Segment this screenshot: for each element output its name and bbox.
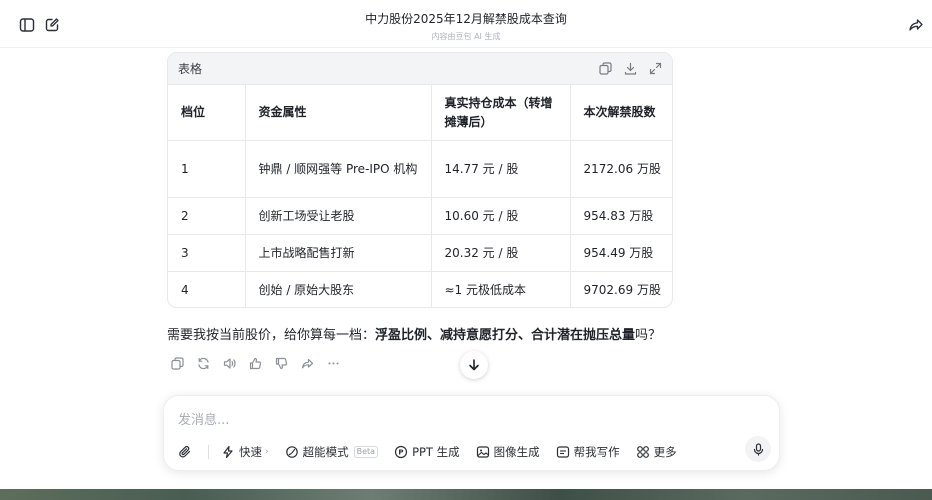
table-cell: 创始 / 原始大股东 xyxy=(245,271,432,307)
ai-generated-note: 内容由豆包 AI 生成 xyxy=(431,32,501,41)
image-generate-label: 图像生成 xyxy=(493,445,540,459)
copy-icon[interactable] xyxy=(598,61,612,75)
scroll-to-bottom-button[interactable] xyxy=(460,351,488,379)
writing-assist-label: 帮我写作 xyxy=(573,445,620,459)
more-tools-label: 更多 xyxy=(653,445,677,459)
table-cell: 20.32 元 / 股 xyxy=(431,234,571,272)
follow-up-suffix: 吗？ xyxy=(635,328,662,343)
table-cell: 钟鼎 / 顺网强等 Pre-IPO 机构 xyxy=(245,140,432,198)
table-cell: ≈1 元极低成本 xyxy=(431,271,571,307)
microphone-icon xyxy=(752,442,765,456)
table-cell: 14.77 元 / 股 xyxy=(431,140,571,198)
fast-mode-label: 快速 xyxy=(239,445,262,459)
column-header: 本次解禁股数 xyxy=(570,84,672,141)
chat-title-block: 中力股份2025年12月解禁股成本查询 内容由豆包 AI 生成 xyxy=(0,10,932,42)
fast-mode-button[interactable]: 快速 › xyxy=(221,444,269,460)
table-cell: 9702.69 万股 xyxy=(570,271,672,307)
follow-up-message: 需要我按当前股价，给你算每一档：浮盈比例、减持意愿打分、合计潜在抛压总量吗？ xyxy=(167,324,661,343)
top-bar: 中力股份2025年12月解禁股成本查询 内容由豆包 AI 生成 xyxy=(0,0,932,48)
more-tools-button[interactable]: 更多 xyxy=(636,444,677,460)
table-row: 2 创新工场受让老股 10.60 元 / 股 954.83 万股 xyxy=(168,197,672,235)
table-row: 3 上市战略配售打新 20.32 元 / 股 954.49 万股 xyxy=(168,234,672,272)
expand-icon[interactable] xyxy=(648,61,662,75)
table-cell: 3 xyxy=(168,234,246,272)
table-cell: 954.83 万股 xyxy=(570,197,672,235)
table-card: 表格 档位 资金属性 真实持仓成本（转增摊薄后） 本次解禁股数 1 钟鼎 / 顺… xyxy=(167,52,673,308)
follow-up-highlight: 浮盈比例、减持意愿打分、合计潜在抛压总量 xyxy=(375,328,636,343)
image-generate-button[interactable]: 图像生成 xyxy=(476,444,540,460)
page-title: 中力股份2025年12月解禁股成本查询 xyxy=(365,12,567,26)
lightning-icon xyxy=(221,445,235,459)
share-icon[interactable] xyxy=(905,14,927,36)
ppt-icon: P xyxy=(394,445,408,459)
writing-icon xyxy=(556,445,570,459)
column-header: 资金属性 xyxy=(245,84,432,141)
table-cell: 2172.06 万股 xyxy=(570,140,672,198)
table-cell: 10.60 元 / 股 xyxy=(431,197,571,235)
column-header: 档位 xyxy=(168,84,246,141)
svg-text:P: P xyxy=(398,449,403,457)
unlock-cost-table: 档位 资金属性 真实持仓成本（转增摊薄后） 本次解禁股数 1 钟鼎 / 顺网强等… xyxy=(168,84,672,307)
table-cell: 4 xyxy=(168,271,246,307)
table-card-label: 表格 xyxy=(178,62,203,76)
voice-input-button[interactable] xyxy=(745,436,771,462)
message-composer: 发消息... 快速 › 超能模式 Beta P PPT 生成 图像生成 帮我写作… xyxy=(163,395,780,471)
regenerate-icon[interactable] xyxy=(196,356,210,370)
table-card-header: 表格 xyxy=(168,53,672,84)
toolbar-divider xyxy=(208,445,209,459)
arrow-down-icon xyxy=(468,359,480,371)
thumbs-up-icon[interactable] xyxy=(248,356,262,370)
table-cell: 1 xyxy=(168,140,246,198)
ppt-generate-label: PPT 生成 xyxy=(412,445,460,459)
super-mode-button[interactable]: 超能模式 Beta xyxy=(285,444,379,460)
table-row: 4 创始 / 原始大股东 ≈1 元极低成本 9702.69 万股 xyxy=(168,271,672,307)
message-actions xyxy=(170,356,340,370)
copy-icon[interactable] xyxy=(170,356,184,370)
ppt-generate-button[interactable]: P PPT 生成 xyxy=(394,444,460,460)
desktop-wallpaper-strip xyxy=(0,489,932,500)
download-icon[interactable] xyxy=(623,61,637,75)
super-mode-icon xyxy=(285,445,299,459)
beta-badge: Beta xyxy=(353,446,379,458)
table-cell: 创新工场受让老股 xyxy=(245,197,432,235)
speaker-icon[interactable] xyxy=(222,356,236,370)
table-row: 1 钟鼎 / 顺网强等 Pre-IPO 机构 14.77 元 / 股 2172.… xyxy=(168,140,672,198)
message-input[interactable]: 发消息... xyxy=(178,409,229,428)
image-icon xyxy=(476,445,490,459)
super-mode-label: 超能模式 xyxy=(302,445,349,459)
table-cell: 上市战略配售打新 xyxy=(245,234,432,272)
paperclip-icon xyxy=(178,445,192,459)
writing-assist-button[interactable]: 帮我写作 xyxy=(556,444,620,460)
table-cell: 954.49 万股 xyxy=(570,234,672,272)
more-options-icon[interactable] xyxy=(326,356,340,370)
chevron-icon: › xyxy=(265,447,269,457)
follow-up-prefix: 需要我按当前股价，给你算每一档： xyxy=(167,328,376,343)
column-header: 真实持仓成本（转增摊薄后） xyxy=(431,84,571,141)
share-icon[interactable] xyxy=(300,356,314,370)
table-cell: 2 xyxy=(168,197,246,235)
grid-icon xyxy=(636,445,650,459)
composer-toolbar: 快速 › 超能模式 Beta P PPT 生成 图像生成 帮我写作 更多 xyxy=(178,441,693,463)
thumbs-down-icon[interactable] xyxy=(274,356,288,370)
attach-button[interactable] xyxy=(178,445,196,459)
